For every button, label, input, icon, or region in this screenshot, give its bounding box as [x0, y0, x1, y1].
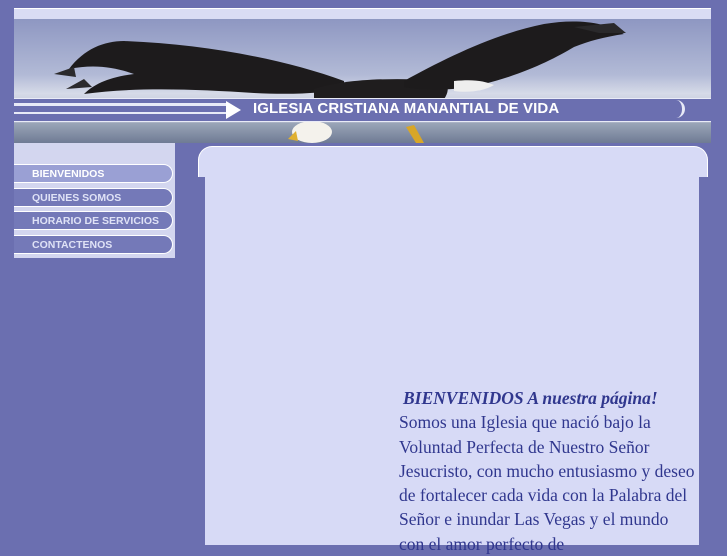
title-endcap — [674, 100, 685, 118]
header-banner: IGLESIA CRISTIANA MANANTIAL DE VIDA — [14, 19, 711, 143]
title-line-top — [14, 103, 226, 106]
title-bar: IGLESIA CRISTIANA MANANTIAL DE VIDA — [14, 98, 711, 122]
welcome-body: Somos una Iglesia que nació bajo la Volu… — [399, 412, 695, 554]
site-title: IGLESIA CRISTIANA MANANTIAL DE VIDA — [253, 100, 560, 117]
welcome-text-block: BIENVENIDOS A nuestra página! Somos una … — [399, 386, 695, 556]
welcome-heading: BIENVENIDOS A nuestra página! — [403, 388, 658, 408]
nav-item-contactenos[interactable]: CONTACTENOS — [14, 234, 173, 254]
arrow-right-icon — [226, 101, 241, 119]
nav-item-quienes-somos[interactable]: QUIENES SOMOS — [14, 187, 173, 207]
nav-item-bienvenidos[interactable]: BIENVENIDOS — [14, 164, 173, 183]
eagle-icon — [54, 21, 626, 143]
nav-item-horario-de-servicios[interactable]: HORARIO DE SERVICIOS — [14, 211, 173, 231]
sidebar-nav: BIENVENIDOS QUIENES SOMOS HORARIO DE SER… — [14, 164, 174, 258]
title-line-bottom — [14, 112, 226, 114]
